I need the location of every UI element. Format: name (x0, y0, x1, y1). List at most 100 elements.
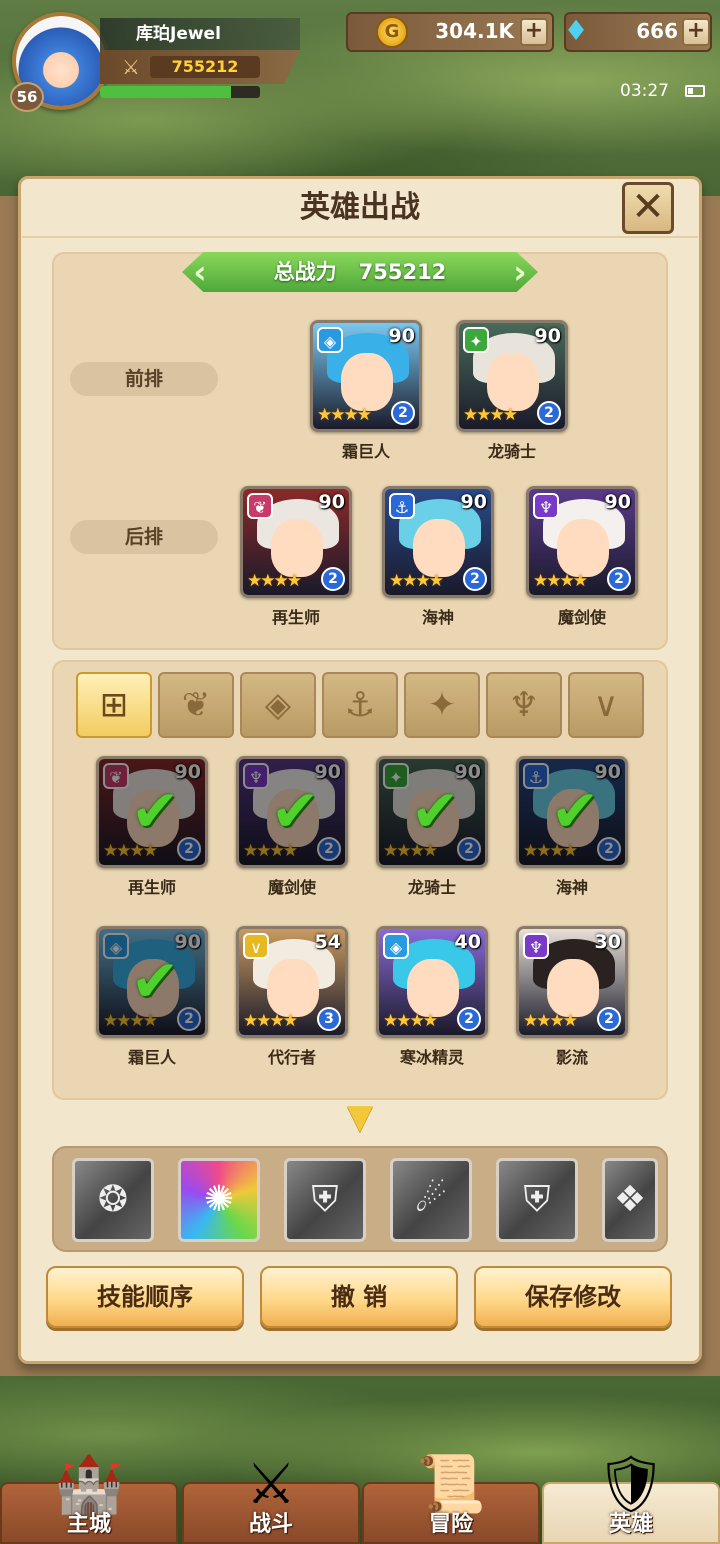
hero-name: 霜巨人 (341, 442, 390, 461)
hero-level: 90 (460, 491, 487, 513)
hero-name: 魔剑使 (557, 608, 606, 627)
battery-icon (685, 85, 705, 97)
player-name: 库珀Jewel (100, 18, 300, 50)
total-power-label: 总战力 (273, 260, 337, 284)
hero-level: 90 (604, 491, 631, 513)
hero-grade-badge: 2 (457, 1007, 481, 1031)
hero-card[interactable]: ◈ 40 ★★★★ 2 (376, 926, 488, 1038)
undo-button[interactable]: 撤 销 (260, 1266, 458, 1328)
hero-card[interactable]: ✦ 90 ★★★★ 2 ✔ (376, 756, 488, 868)
hero-face (557, 519, 609, 577)
dark-filter-icon: ♆ (508, 685, 540, 725)
filter-tab-dark[interactable]: ♆ (486, 672, 562, 738)
ice-filter-icon: ◈ (264, 685, 292, 725)
nav-tab-label: 战斗 (248, 1512, 293, 1537)
hero-grade-badge: 2 (597, 1007, 621, 1031)
light-filter-icon: ∨ (593, 685, 619, 725)
life-filter-icon: ❦ (181, 685, 211, 725)
gem-count: 666 (636, 19, 678, 43)
element-icon: ♆ (523, 933, 549, 959)
chevron-right-icon: › (513, 253, 527, 291)
skill-order-button[interactable]: 技能顺序 (46, 1266, 244, 1328)
close-button[interactable]: ✕ (622, 182, 674, 234)
element-icon: ◈ (317, 327, 343, 353)
hero-card[interactable]: ♆ 90 ★★★★ 2 ✔ (236, 756, 348, 868)
total-power-value: 755212 (358, 260, 447, 284)
element-icon: ❦ (247, 493, 273, 519)
add-gems-button[interactable]: + (682, 18, 710, 46)
hero-grade-badge: 2 (537, 401, 561, 425)
total-power-display: 总战力 755212 (230, 252, 490, 292)
hero-name: 海神 (421, 608, 454, 627)
nav-tab-label: 英雄 (608, 1512, 653, 1537)
hero-card[interactable]: ♆ 30 ★★★★ 2 (516, 926, 628, 1038)
crystal-skill[interactable]: ❖ (602, 1158, 658, 1242)
hero-face (413, 519, 465, 577)
dragon-filter-icon: ✦ (427, 685, 457, 725)
hero-card[interactable]: ♆ 90 ★★★★ 2 (526, 486, 638, 598)
hero-grade-badge: 2 (321, 567, 345, 591)
hero-face (271, 519, 323, 577)
filter-tab-all[interactable]: ⊞ (76, 672, 152, 738)
shield-skill-1-icon: ⛨ (311, 1179, 339, 1220)
element-icon: ∨ (243, 933, 269, 959)
hero-grade-badge: 2 (607, 567, 631, 591)
shield-skill-1[interactable]: ⛨ (284, 1158, 366, 1242)
divider (22, 236, 698, 238)
hero-face (407, 959, 459, 1017)
shield-skill-2[interactable]: ⛨ (496, 1158, 578, 1242)
filter-tab-ice[interactable]: ◈ (240, 672, 316, 738)
hero-grade-badge: 3 (317, 1007, 341, 1031)
hero-level: 90 (318, 491, 345, 513)
nav-tab-label: 主城 (66, 1512, 111, 1537)
hero-level: 90 (388, 325, 415, 347)
front-row-label: 前排 (70, 362, 218, 396)
hero-name: 再生师 (271, 608, 320, 627)
coin-count: 304.1K (435, 19, 514, 43)
xp-bar (100, 86, 260, 98)
filter-tab-sea[interactable]: ⚓ (322, 672, 398, 738)
hero-face (267, 959, 319, 1017)
wing-skill[interactable]: ❂ (72, 1158, 154, 1242)
gold-coin-icon: G (376, 16, 408, 48)
hero-card[interactable]: ⚓ 90 ★★★★ 2 (382, 486, 494, 598)
star-rating: ★★★★ (247, 571, 302, 591)
expand-arrow-icon[interactable]: ▼ (334, 1100, 386, 1134)
filter-tab-light[interactable]: ∨ (568, 672, 644, 738)
sea-filter-icon: ⚓ (344, 685, 376, 725)
player-power: 755212 (150, 56, 260, 78)
hero-name: 龙骑士 (407, 878, 456, 897)
hero-card[interactable]: ◈ 90 ★★★★ 2 (310, 320, 422, 432)
checkmark-icon: ✔ (270, 777, 320, 845)
hero-name: 影流 (555, 1048, 588, 1067)
checkmark-icon: ✔ (130, 777, 180, 845)
hero-card[interactable]: ❦ 90 ★★★★ 2 (240, 486, 352, 598)
orb-skill[interactable]: ☄ (390, 1158, 472, 1242)
filter-tab-life[interactable]: ❦ (158, 672, 234, 738)
hero-face (547, 959, 599, 1017)
star-rating: ★★★★ (533, 571, 588, 591)
element-icon: ◈ (383, 933, 409, 959)
player-level-badge: 56 (10, 82, 44, 112)
burst-skill[interactable]: ✺ (178, 1158, 260, 1242)
diamond-icon: ♦ (563, 14, 589, 47)
wing-skill-icon: ❂ (97, 1179, 129, 1220)
xp-bar-fill (100, 86, 232, 98)
hero-name: 魔剑使 (267, 878, 316, 897)
checkmark-icon: ✔ (550, 777, 600, 845)
hero-card[interactable]: ❦ 90 ★★★★ 2 ✔ (96, 756, 208, 868)
hero-card[interactable]: ⚓ 90 ★★★★ 2 ✔ (516, 756, 628, 868)
add-coins-button[interactable]: + (520, 18, 548, 46)
filter-tab-dragon[interactable]: ✦ (404, 672, 480, 738)
save-changes-button[interactable]: 保存修改 (474, 1266, 672, 1328)
crossed-swords-icon: ⚔ (122, 55, 140, 79)
hero-grade-badge: 2 (391, 401, 415, 425)
nav-tab-label: 冒险 (428, 1512, 473, 1537)
hero-level: 40 (454, 931, 481, 953)
chevron-left-icon: ‹ (193, 253, 207, 291)
hero-card[interactable]: ✦ 90 ★★★★ 2 (456, 320, 568, 432)
hero-card[interactable]: ◈ 90 ★★★★ 2 ✔ (96, 926, 208, 1038)
hero-card[interactable]: ∨ 54 ★★★★ 3 (236, 926, 348, 1038)
hero-face (341, 353, 393, 411)
hero-name: 龙骑士 (487, 442, 536, 461)
